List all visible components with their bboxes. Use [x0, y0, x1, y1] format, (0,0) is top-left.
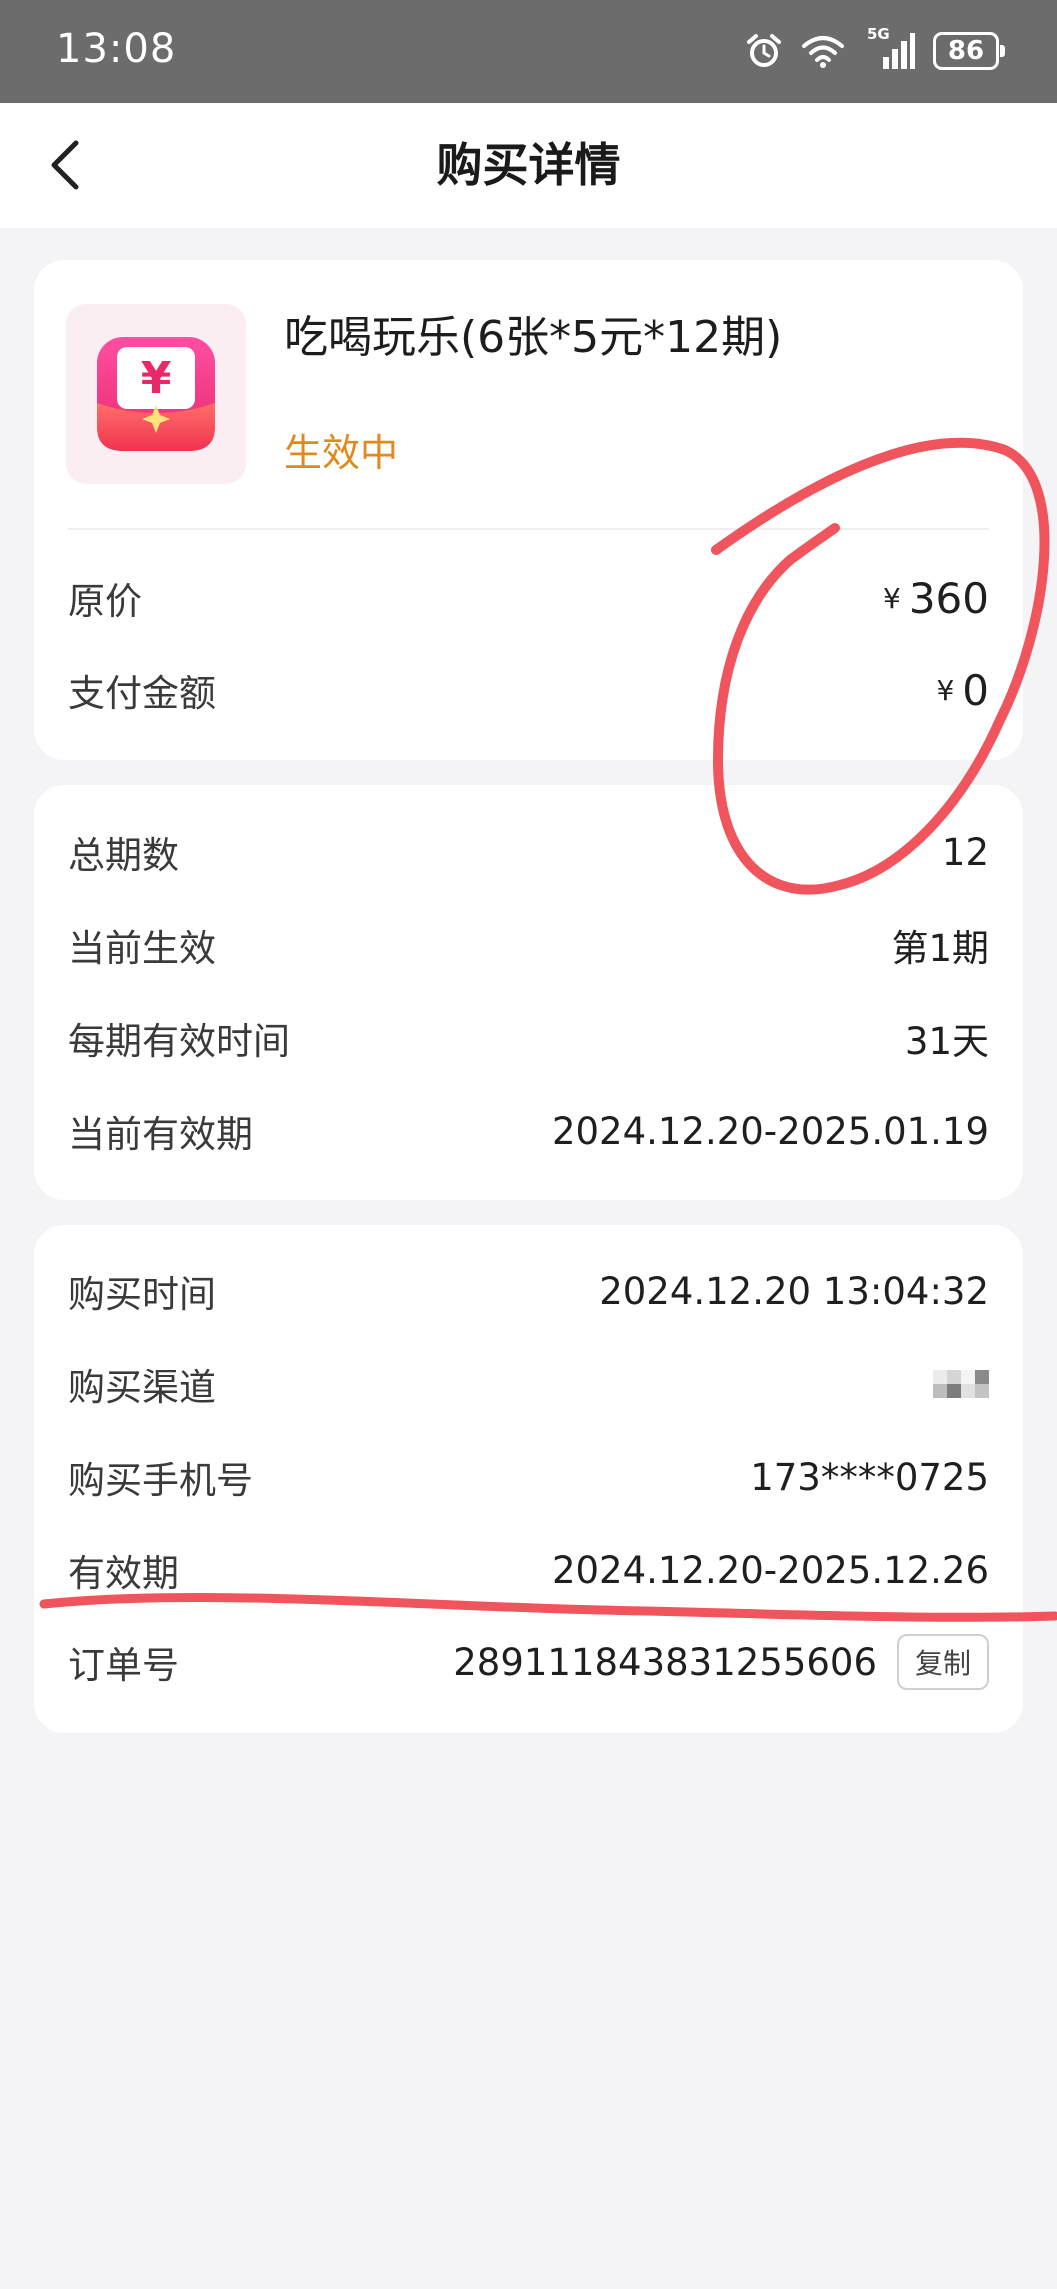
period-duration-value: 31天 [904, 1020, 989, 1063]
purchase-time-value: 2024.12.20 13:04:32 [599, 1269, 989, 1313]
validity-value: 2024.12.20-2025.12.26 [551, 1548, 989, 1592]
original-price-value: 360 [908, 573, 989, 623]
paid-amount: ¥ 0 [936, 666, 989, 715]
purchase-channel-redacted [933, 1370, 989, 1398]
purchase-time-row: 购买时间 2024.12.20 13:04:32 [68, 1261, 989, 1321]
purchase-time-label: 购买时间 [68, 1273, 216, 1316]
page-title: 购买详情 [436, 138, 621, 192]
paid-amount-label: 支付金额 [68, 672, 216, 715]
order-number: 289111843831255606 复制 [453, 1634, 989, 1690]
paid-amount-row: 支付金额 ¥ 0 [68, 660, 989, 720]
total-periods-row: 总期数 12 [68, 822, 989, 882]
paid-amount-value: 0 [962, 665, 989, 715]
battery-level: 86 [947, 36, 985, 66]
nav-bar: 购买详情 [0, 103, 1057, 228]
battery-icon: 86 [933, 32, 1005, 70]
status-icons: 5G 86 [745, 25, 1005, 74]
period-card: 总期数 12 当前生效 第1期 每期有效时间 31天 当前有效期 2024.12… [34, 785, 1023, 1200]
validity-label: 有效期 [68, 1552, 179, 1595]
purchase-channel-label: 购买渠道 [68, 1366, 216, 1409]
current-validity-label: 当前有效期 [68, 1113, 253, 1156]
currency-symbol: ¥ [936, 673, 955, 707]
product-card: ¥ 吃喝玩乐(6张*5元*12期) 生效中 原价 ¥ 360 支付金额 ¥ 0 [34, 260, 1023, 760]
purchase-card: 购买时间 2024.12.20 13:04:32 购买渠道 购买手机号 173*… [34, 1225, 1023, 1733]
alarm-icon [747, 34, 781, 67]
original-price-label: 原价 [68, 580, 142, 623]
order-number-row: 订单号 289111843831255606 复制 [68, 1632, 989, 1692]
status-bar: 13:08 5G 86 [0, 0, 1057, 103]
status-time: 13:08 [56, 26, 177, 72]
copy-button[interactable]: 复制 [896, 1634, 989, 1690]
original-price-row: 原价 ¥ 360 [68, 568, 989, 628]
product-name: 吃喝玩乐(6张*5元*12期) [284, 312, 783, 363]
red-envelope-yuan-icon: ¥ [97, 337, 215, 451]
wifi-icon [802, 36, 844, 68]
current-period-row: 当前生效 第1期 [68, 915, 989, 975]
current-validity-value: 2024.12.20-2025.01.19 [551, 1109, 989, 1153]
back-button[interactable] [36, 133, 100, 197]
current-period-value: 第1期 [891, 927, 989, 970]
chevron-left-icon [51, 140, 79, 190]
product-icon: ¥ [66, 304, 246, 484]
currency-symbol: ¥ [883, 581, 901, 615]
signal-icon: 5G [863, 25, 915, 71]
purchase-phone-label: 购买手机号 [68, 1459, 253, 1502]
status-badge: 生效中 [284, 431, 399, 475]
divider [68, 528, 989, 530]
purchase-phone-value: 173****0725 [750, 1455, 989, 1499]
purchase-channel-row: 购买渠道 [68, 1354, 989, 1414]
period-duration-label: 每期有效时间 [68, 1020, 290, 1063]
original-price: ¥ 360 [883, 574, 989, 623]
period-duration-row: 每期有效时间 31天 [68, 1008, 989, 1068]
total-periods-value: 12 [941, 830, 989, 874]
purchase-phone-row: 购买手机号 173****0725 [68, 1447, 989, 1507]
total-periods-label: 总期数 [68, 834, 179, 877]
validity-row: 有效期 2024.12.20-2025.12.26 [68, 1540, 989, 1600]
current-period-label: 当前生效 [68, 927, 216, 970]
order-number-value: 289111843831255606 [453, 1640, 877, 1684]
current-validity-row: 当前有效期 2024.12.20-2025.01.19 [68, 1101, 989, 1161]
order-number-label: 订单号 [68, 1644, 179, 1687]
svg-text:¥: ¥ [141, 353, 172, 404]
